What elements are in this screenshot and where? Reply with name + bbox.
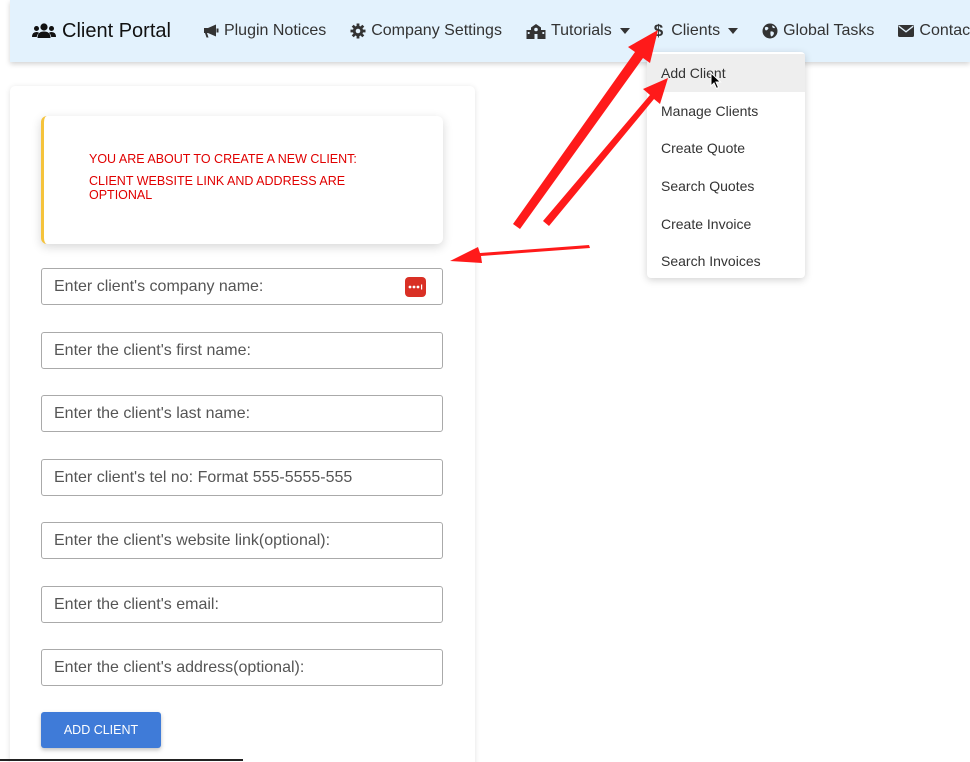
- nav-global-tasks-label: Global Tasks: [783, 22, 875, 39]
- company-name-input[interactable]: [41, 268, 443, 305]
- top-navbar: Client Portal Plugin Notices Company Set…: [10, 0, 970, 62]
- bottom-divider: [0, 759, 243, 761]
- gear-icon: [350, 23, 366, 39]
- globe-icon: [762, 23, 778, 39]
- last-name-input[interactable]: [41, 395, 443, 432]
- menu-item-create-invoice[interactable]: Create Invoice: [647, 205, 805, 243]
- nav-contact-label: Contact: [919, 22, 970, 39]
- alert-message: YOU ARE ABOUT TO CREATE A NEW CLIENT:: [89, 152, 357, 166]
- menu-item-manage-clients[interactable]: Manage Clients: [647, 92, 805, 130]
- brand-title: Client Portal: [62, 19, 171, 42]
- nav-plugin-notices[interactable]: Plugin Notices: [203, 22, 326, 40]
- menu-item-search-invoices[interactable]: Search Invoices: [647, 242, 805, 280]
- alert-note: CLIENT WEBSITE LINK AND ADDRESS ARE OPTI…: [89, 174, 346, 202]
- menu-item-create-quote[interactable]: Create Quote: [647, 129, 805, 167]
- mouse-cursor-icon: [710, 71, 722, 95]
- add-client-button[interactable]: ADD CLIENT: [41, 712, 161, 748]
- nav-tutorials[interactable]: Tutorials: [526, 22, 630, 40]
- nav-company-settings[interactable]: Company Settings: [350, 22, 502, 40]
- info-alert: YOU ARE ABOUT TO CREATE A NEW CLIENT: CL…: [41, 116, 443, 244]
- menu-item-search-quotes[interactable]: Search Quotes: [647, 167, 805, 205]
- email-input[interactable]: [41, 586, 443, 623]
- nav-global-tasks[interactable]: Global Tasks: [762, 22, 874, 40]
- password-manager-icon[interactable]: [405, 277, 426, 297]
- first-name-input[interactable]: [41, 332, 443, 369]
- brand-link[interactable]: Client Portal: [32, 20, 171, 43]
- dollar-icon: $: [653, 21, 664, 40]
- nav-plugin-notices-label: Plugin Notices: [223, 22, 327, 39]
- chevron-down-icon: [728, 28, 739, 34]
- chevron-down-icon: [619, 28, 630, 34]
- school-icon: [526, 23, 546, 39]
- clients-dropdown-menu: Add Client Manage Clients Create Quote S…: [647, 52, 805, 278]
- menu-item-add-client[interactable]: Add Client: [647, 54, 805, 92]
- envelope-icon: [898, 25, 915, 37]
- address-input[interactable]: [41, 649, 443, 686]
- users-icon: [32, 22, 56, 40]
- nav-contact[interactable]: Contact: [898, 22, 970, 40]
- nav-tutorials-label: Tutorials: [550, 22, 612, 39]
- bullhorn-icon: [203, 24, 219, 38]
- tel-input[interactable]: [41, 459, 443, 496]
- nav-company-settings-label: Company Settings: [371, 22, 502, 39]
- nav-clients[interactable]: $ Clients: [653, 21, 739, 41]
- nav-clients-label: Clients: [671, 22, 721, 39]
- website-input[interactable]: [41, 522, 443, 559]
